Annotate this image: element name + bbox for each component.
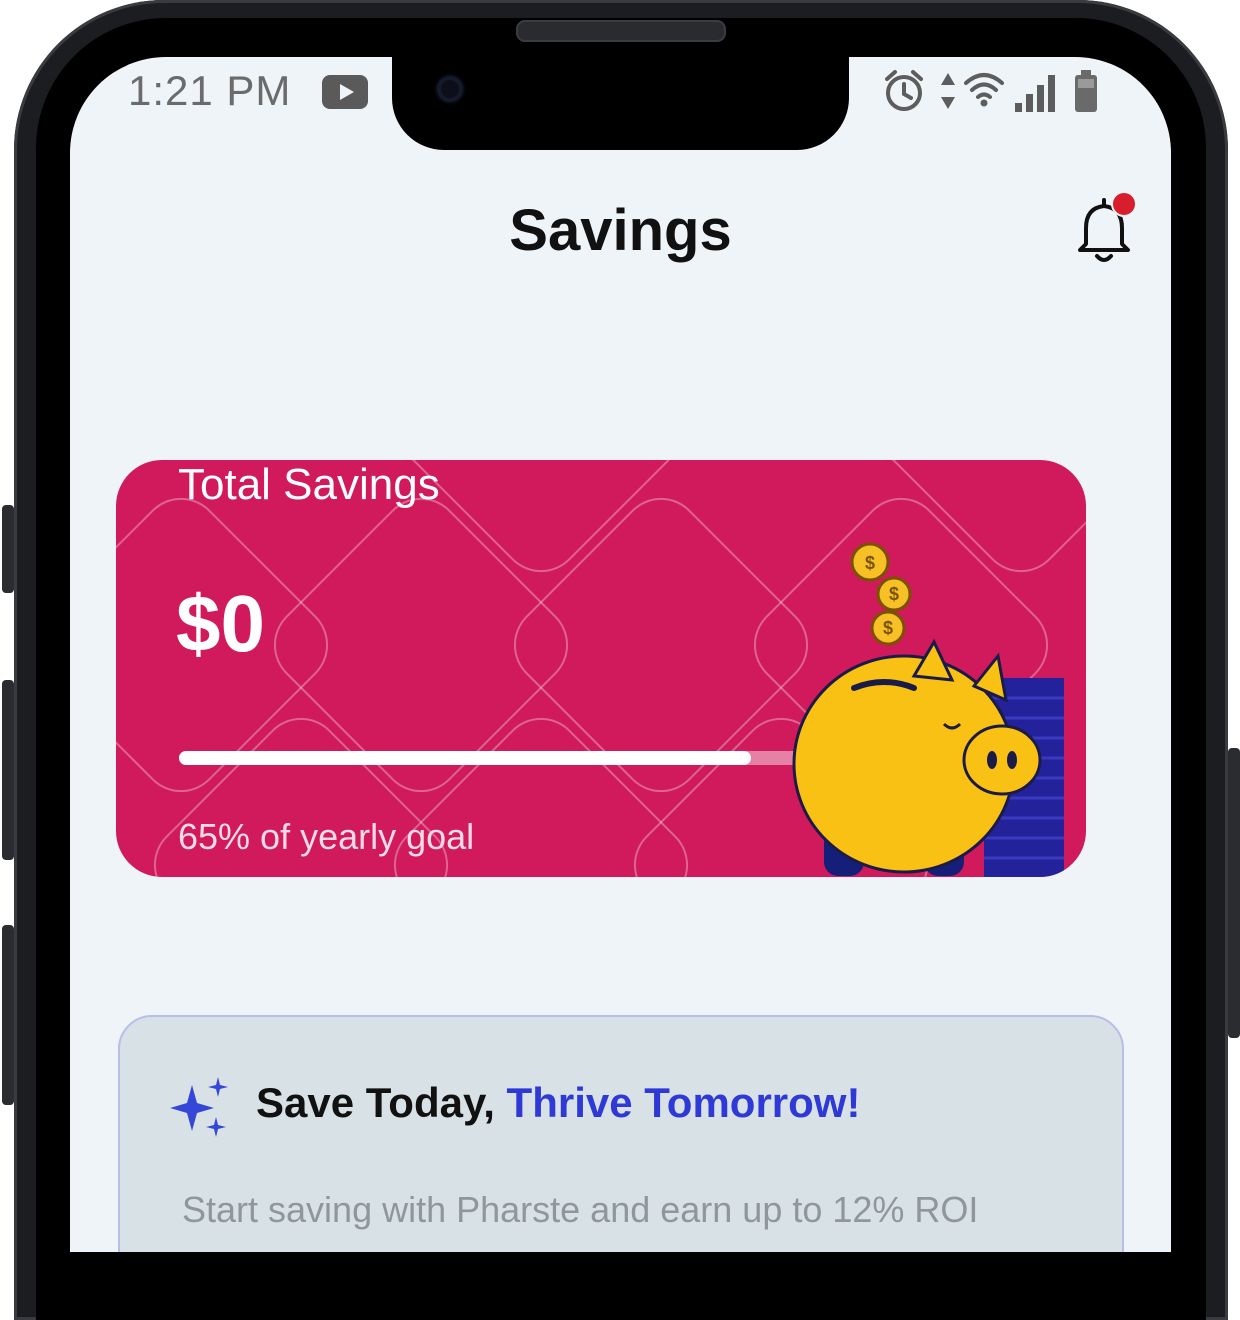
total-savings-card[interactable]: Total Savings $0 65% of yearly goal $ $ … (116, 460, 1086, 877)
promo-card[interactable]: Save Today, Thrive Tomorrow! Start savin… (118, 1015, 1124, 1252)
notch (392, 57, 849, 150)
notification-badge (1111, 191, 1137, 217)
sparkle-icon (170, 1077, 228, 1137)
front-camera (437, 76, 463, 102)
app-screen: 1:21 PM Savings Total Savings $0 65% of … (70, 57, 1171, 1252)
volume-up-button (2, 680, 14, 860)
promo-body: Start saving with Pharste and earn up to… (182, 1189, 979, 1230)
promo-title-accent: Thrive Tomorrow! (506, 1079, 861, 1126)
youtube-icon (322, 75, 368, 109)
svg-text:$: $ (883, 618, 893, 638)
card-title: Total Savings (178, 460, 440, 509)
battery-icon (1073, 69, 1099, 118)
status-icons (883, 69, 1113, 117)
signal-icon (1013, 73, 1057, 118)
svg-text:$: $ (889, 584, 899, 604)
data-arrows-icon (939, 71, 957, 116)
earpiece-speaker (516, 20, 726, 42)
volume-down-button (2, 925, 14, 1105)
wifi-icon (963, 69, 1005, 114)
savings-amount: $0 (176, 579, 265, 668)
goal-text: 65% of yearly goal (178, 816, 475, 857)
alarm-icon (883, 69, 925, 118)
piggy-bank-icon: $ $ $ (792, 542, 1064, 877)
power-button (1228, 748, 1240, 1038)
svg-text:$: $ (865, 553, 875, 573)
promo-title: Save Today, Thrive Tomorrow! (256, 1079, 860, 1127)
page-title: Savings (509, 198, 732, 263)
status-time: 1:21 PM (128, 67, 292, 114)
silent-switch (2, 505, 14, 593)
promo-title-main: Save Today, (256, 1079, 507, 1126)
goal-progress-fill (179, 751, 751, 765)
